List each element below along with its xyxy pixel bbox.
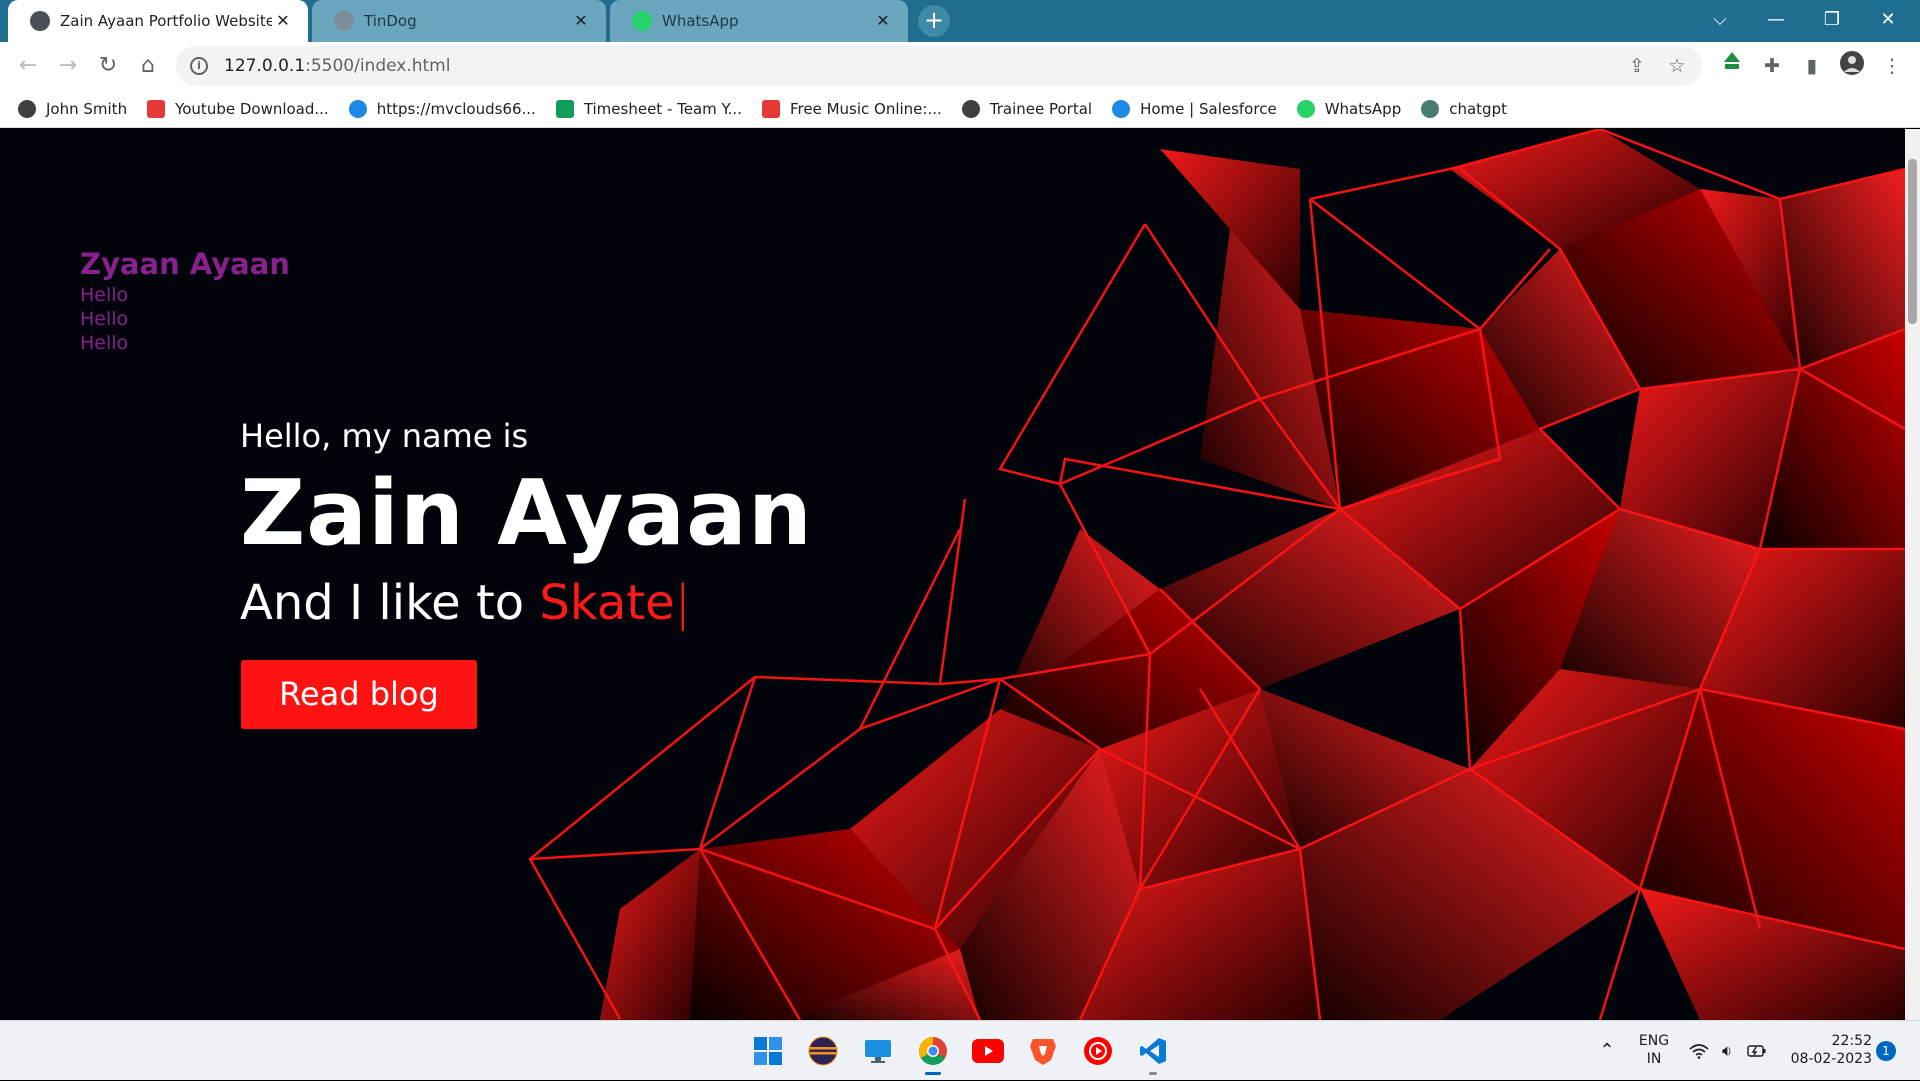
- bookmark-label: https://mvclouds66...: [376, 99, 536, 118]
- bookmark-item[interactable]: https://mvclouds66...: [348, 99, 536, 118]
- battery-charging-icon[interactable]: [1744, 1021, 1770, 1081]
- new-tab-button[interactable]: +: [918, 5, 950, 37]
- url-path: :5500/index.html: [305, 56, 451, 76]
- tab-strip: Zain Ayaan Portfolio Website ✕ TinDog ✕ …: [0, 0, 1920, 42]
- extensions-icon[interactable]: ✚: [1756, 50, 1788, 82]
- bookmarks-bar: John Smith Youtube Download... https://m…: [0, 90, 1920, 128]
- wifi-icon[interactable]: [1686, 1021, 1712, 1081]
- forward-icon[interactable]: →: [52, 50, 84, 82]
- whatsapp-icon: [632, 11, 652, 31]
- globe-icon: [30, 11, 50, 31]
- window-close-button[interactable]: ✕: [1860, 0, 1916, 42]
- brave-icon[interactable]: [1023, 1031, 1063, 1071]
- minimize-button[interactable]: —: [1748, 0, 1804, 42]
- bookmark-item[interactable]: WhatsApp: [1296, 99, 1402, 118]
- chrome-icon[interactable]: [913, 1031, 953, 1075]
- clock-date: 08-02-2023: [1790, 1051, 1872, 1067]
- bookmark-item[interactable]: Home | Salesforce: [1112, 99, 1277, 118]
- eclipse-icon[interactable]: [803, 1031, 843, 1071]
- reload-icon[interactable]: ↻: [92, 50, 124, 82]
- read-blog-button[interactable]: Read blog: [241, 660, 477, 729]
- sheets-icon: [555, 99, 574, 118]
- hero-name: Zain Ayaan: [240, 461, 813, 566]
- page-scrollbar[interactable]: [1905, 129, 1920, 1020]
- side-panel-icon[interactable]: ▮: [1796, 50, 1828, 82]
- language-code: ENG: [1638, 1033, 1670, 1049]
- bookmark-item[interactable]: Timesheet - Team Y...: [555, 99, 742, 118]
- youtube-music-icon[interactable]: [1078, 1031, 1118, 1071]
- download-icon: [147, 99, 166, 118]
- openai-icon: [1421, 99, 1440, 118]
- vscode-icon[interactable]: [1133, 1031, 1173, 1075]
- html-extension-icon[interactable]: [1716, 50, 1748, 82]
- nav-link[interactable]: Hello: [80, 283, 128, 307]
- bookmark-label: John Smith: [46, 99, 128, 118]
- hero-tagline: And I like to Skate|: [240, 575, 813, 631]
- tab-tindog[interactable]: TinDog ✕: [312, 0, 606, 42]
- bookmark-item[interactable]: Trainee Portal: [961, 99, 1093, 118]
- bookmark-item[interactable]: John Smith: [18, 99, 128, 118]
- site-logo[interactable]: Zyaan Ayaan: [80, 247, 290, 281]
- tagline-prefix: And I like to: [240, 575, 525, 631]
- region-code: IN: [1646, 1051, 1662, 1067]
- back-icon[interactable]: ←: [12, 50, 44, 82]
- nav-link[interactable]: Hello: [80, 307, 128, 331]
- bookmark-item[interactable]: Youtube Download...: [147, 99, 329, 118]
- browser-toolbar: ← → ↻ ⌂ i 127.0.0.1:5500/index.html ⇪ ☆ …: [0, 42, 1920, 90]
- url-host: 127.0.0.1: [224, 56, 306, 76]
- notification-badge[interactable]: 1: [1876, 1041, 1896, 1061]
- profile-avatar[interactable]: [1836, 50, 1868, 82]
- tab-search-icon[interactable]: ⌵: [1692, 0, 1748, 42]
- clock-time: 22:52: [1831, 1033, 1872, 1049]
- bookmark-item[interactable]: chatgpt: [1421, 99, 1507, 118]
- volume-icon[interactable]: 🔉︎: [1714, 1021, 1740, 1081]
- music-icon: [761, 99, 780, 118]
- page-viewport: Zyaan Ayaan Hello Hello Hello Hello, my …: [0, 129, 1905, 1020]
- tab-title: TinDog: [364, 12, 417, 30]
- globe-icon: [334, 11, 354, 31]
- bookmark-label: Youtube Download...: [175, 99, 329, 118]
- whatsapp-icon: [1296, 99, 1315, 118]
- desktop-icon[interactable]: [858, 1031, 898, 1071]
- show-hidden-icons-icon[interactable]: ⌃: [1592, 1021, 1622, 1081]
- scrollbar-thumb[interactable]: [1908, 159, 1917, 324]
- close-icon[interactable]: ✕: [570, 10, 592, 32]
- tab-whatsapp[interactable]: WhatsApp ✕: [610, 0, 908, 42]
- bookmark-label: Free Music Online:...: [789, 99, 942, 118]
- bookmark-label: WhatsApp: [1324, 99, 1402, 118]
- clock[interactable]: 22:52 08-02-2023: [1782, 1021, 1872, 1081]
- menu-kebab-icon[interactable]: ⋮: [1876, 50, 1908, 82]
- bookmark-star-icon[interactable]: ☆: [1660, 46, 1694, 86]
- youtube-icon[interactable]: [968, 1031, 1008, 1071]
- globe-icon: [961, 99, 980, 118]
- address-bar[interactable]: i 127.0.0.1:5500/index.html ⇪ ☆: [176, 46, 1702, 86]
- bookmark-label: Timesheet - Team Y...: [583, 99, 742, 118]
- site-info-icon[interactable]: i: [190, 57, 208, 75]
- typing-cursor: |: [674, 575, 691, 631]
- share-icon[interactable]: ⇪: [1620, 46, 1654, 86]
- home-icon[interactable]: ⌂: [132, 50, 164, 82]
- windows-start-icon[interactable]: [748, 1031, 788, 1071]
- cloud-icon: [348, 99, 367, 118]
- bookmark-label: chatgpt: [1449, 99, 1507, 118]
- tab-portfolio[interactable]: Zain Ayaan Portfolio Website ✕: [8, 0, 308, 42]
- hero-section: Hello, my name is Zain Ayaan And I like …: [240, 417, 813, 631]
- close-icon[interactable]: ✕: [272, 10, 294, 32]
- bookmark-item[interactable]: Free Music Online:...: [761, 99, 942, 118]
- hero-greeting: Hello, my name is: [240, 417, 529, 455]
- close-icon[interactable]: ✕: [872, 10, 894, 32]
- cloud-icon: [1112, 99, 1131, 118]
- site-nav: Hello Hello Hello: [80, 283, 128, 355]
- restore-button[interactable]: ❐: [1804, 0, 1860, 42]
- tab-title: Zain Ayaan Portfolio Website: [60, 12, 272, 30]
- language-indicator[interactable]: ENG IN: [1632, 1021, 1676, 1081]
- nav-link[interactable]: Hello: [80, 331, 128, 355]
- globe-icon: [18, 99, 36, 118]
- typed-word: Skate: [539, 575, 675, 631]
- bookmark-label: Home | Salesforce: [1140, 99, 1277, 118]
- bookmark-label: Trainee Portal: [989, 99, 1093, 118]
- tab-title: WhatsApp: [662, 12, 739, 30]
- windows-taskbar: ⌃ ENG IN 🔉︎ 22:52 08-02-2023 1: [0, 1020, 1920, 1080]
